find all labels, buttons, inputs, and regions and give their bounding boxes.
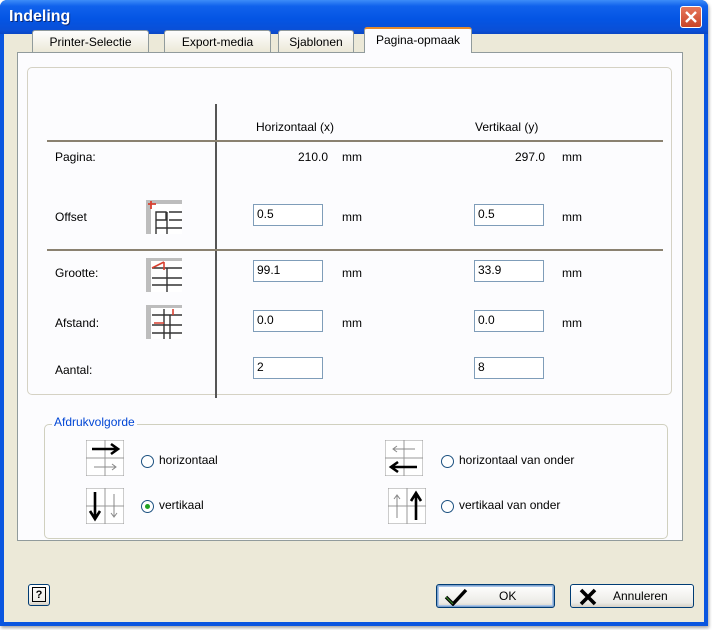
aantal-y-input[interactable]: 8 (474, 357, 544, 379)
radio-horizontaal-van-onder[interactable] (441, 455, 454, 468)
print-order-group (44, 424, 668, 539)
radio-horizontaal[interactable] (141, 455, 154, 468)
order-vertical-bottom-icon (388, 488, 426, 524)
unit-mm: mm (342, 266, 362, 280)
grootte-y-input[interactable]: 33.9 (474, 260, 544, 282)
afstand-x-input[interactable]: 0.0 (253, 310, 323, 332)
col-header-vertical: Vertikaal (y) (475, 120, 539, 134)
print-order-label: Afdrukvolgorde (52, 415, 137, 429)
unit-mm: mm (562, 150, 582, 164)
grootte-x-input[interactable]: 99.1 (253, 260, 323, 282)
dimensions-grid (27, 67, 672, 395)
unit-mm: mm (562, 316, 582, 330)
option-horizontaal-label[interactable]: horizontaal (159, 453, 218, 467)
tab-sjablonen[interactable]: Sjablonen (278, 30, 354, 52)
tab-printer-selectie[interactable]: Printer-Selectie (32, 30, 149, 52)
offset-x-input[interactable]: 0.5 (253, 204, 323, 226)
close-button[interactable] (680, 6, 702, 28)
row-label-pagina: Pagina: (55, 150, 96, 164)
help-button[interactable]: ? (28, 584, 50, 606)
option-vertikaal-label[interactable]: vertikaal (159, 498, 204, 512)
tab-pagina-opmaak[interactable]: Pagina-opmaak (364, 27, 472, 53)
title-bar[interactable]: Indeling (0, 0, 708, 34)
size-icon (146, 258, 182, 292)
pagina-x-value: 210.0 (297, 150, 328, 164)
spacing-icon (146, 305, 182, 339)
pagina-y-value: 297.0 (514, 150, 545, 164)
unit-mm: mm (342, 210, 362, 224)
option-horizontaal-van-onder-label[interactable]: horizontaal van onder (459, 453, 574, 467)
offset-y-input[interactable]: 0.5 (474, 204, 544, 226)
grid-vertical-divider (215, 104, 217, 398)
tab-label: Sjablonen (289, 35, 343, 49)
unit-mm: mm (562, 210, 582, 224)
radio-vertikaal-van-onder[interactable] (441, 500, 454, 513)
cancel-x-icon (579, 588, 597, 606)
close-icon (685, 11, 697, 23)
window-title: Indeling (9, 8, 71, 25)
unit-mm: mm (342, 316, 362, 330)
cancel-button[interactable]: Annuleren (570, 584, 694, 608)
offset-icon (146, 200, 182, 234)
tab-label: Pagina-opmaak (375, 33, 461, 47)
option-vertikaal-van-onder-label[interactable]: vertikaal van onder (459, 498, 560, 512)
row-label-afstand: Afstand: (55, 316, 100, 330)
tab-label: Printer-Selectie (49, 35, 132, 49)
order-horizontal-bottom-icon (385, 440, 423, 476)
order-horizontal-icon (86, 440, 124, 476)
checkmark-icon (444, 588, 468, 606)
grid-header-divider (47, 140, 663, 142)
aantal-x-input[interactable]: 2 (253, 357, 323, 379)
ok-button[interactable]: OK (436, 584, 555, 608)
col-header-horizontal: Horizontaal (x) (256, 120, 335, 134)
help-icon: ? (32, 587, 46, 602)
tab-export-media[interactable]: Export-media (164, 30, 271, 52)
ok-label: OK (499, 589, 517, 603)
row-label-aantal: Aantal: (55, 363, 93, 377)
unit-mm: mm (342, 150, 362, 164)
tab-label: Export-media (181, 35, 254, 49)
row-label-grootte: Grootte: (55, 266, 99, 280)
cancel-label: Annuleren (613, 589, 668, 603)
unit-mm: mm (562, 266, 582, 280)
row-label-offset: Offset (55, 210, 87, 224)
radio-vertikaal[interactable] (141, 500, 154, 513)
afstand-y-input[interactable]: 0.0 (474, 310, 544, 332)
order-vertical-icon (86, 488, 124, 524)
grid-section-divider (47, 249, 663, 251)
